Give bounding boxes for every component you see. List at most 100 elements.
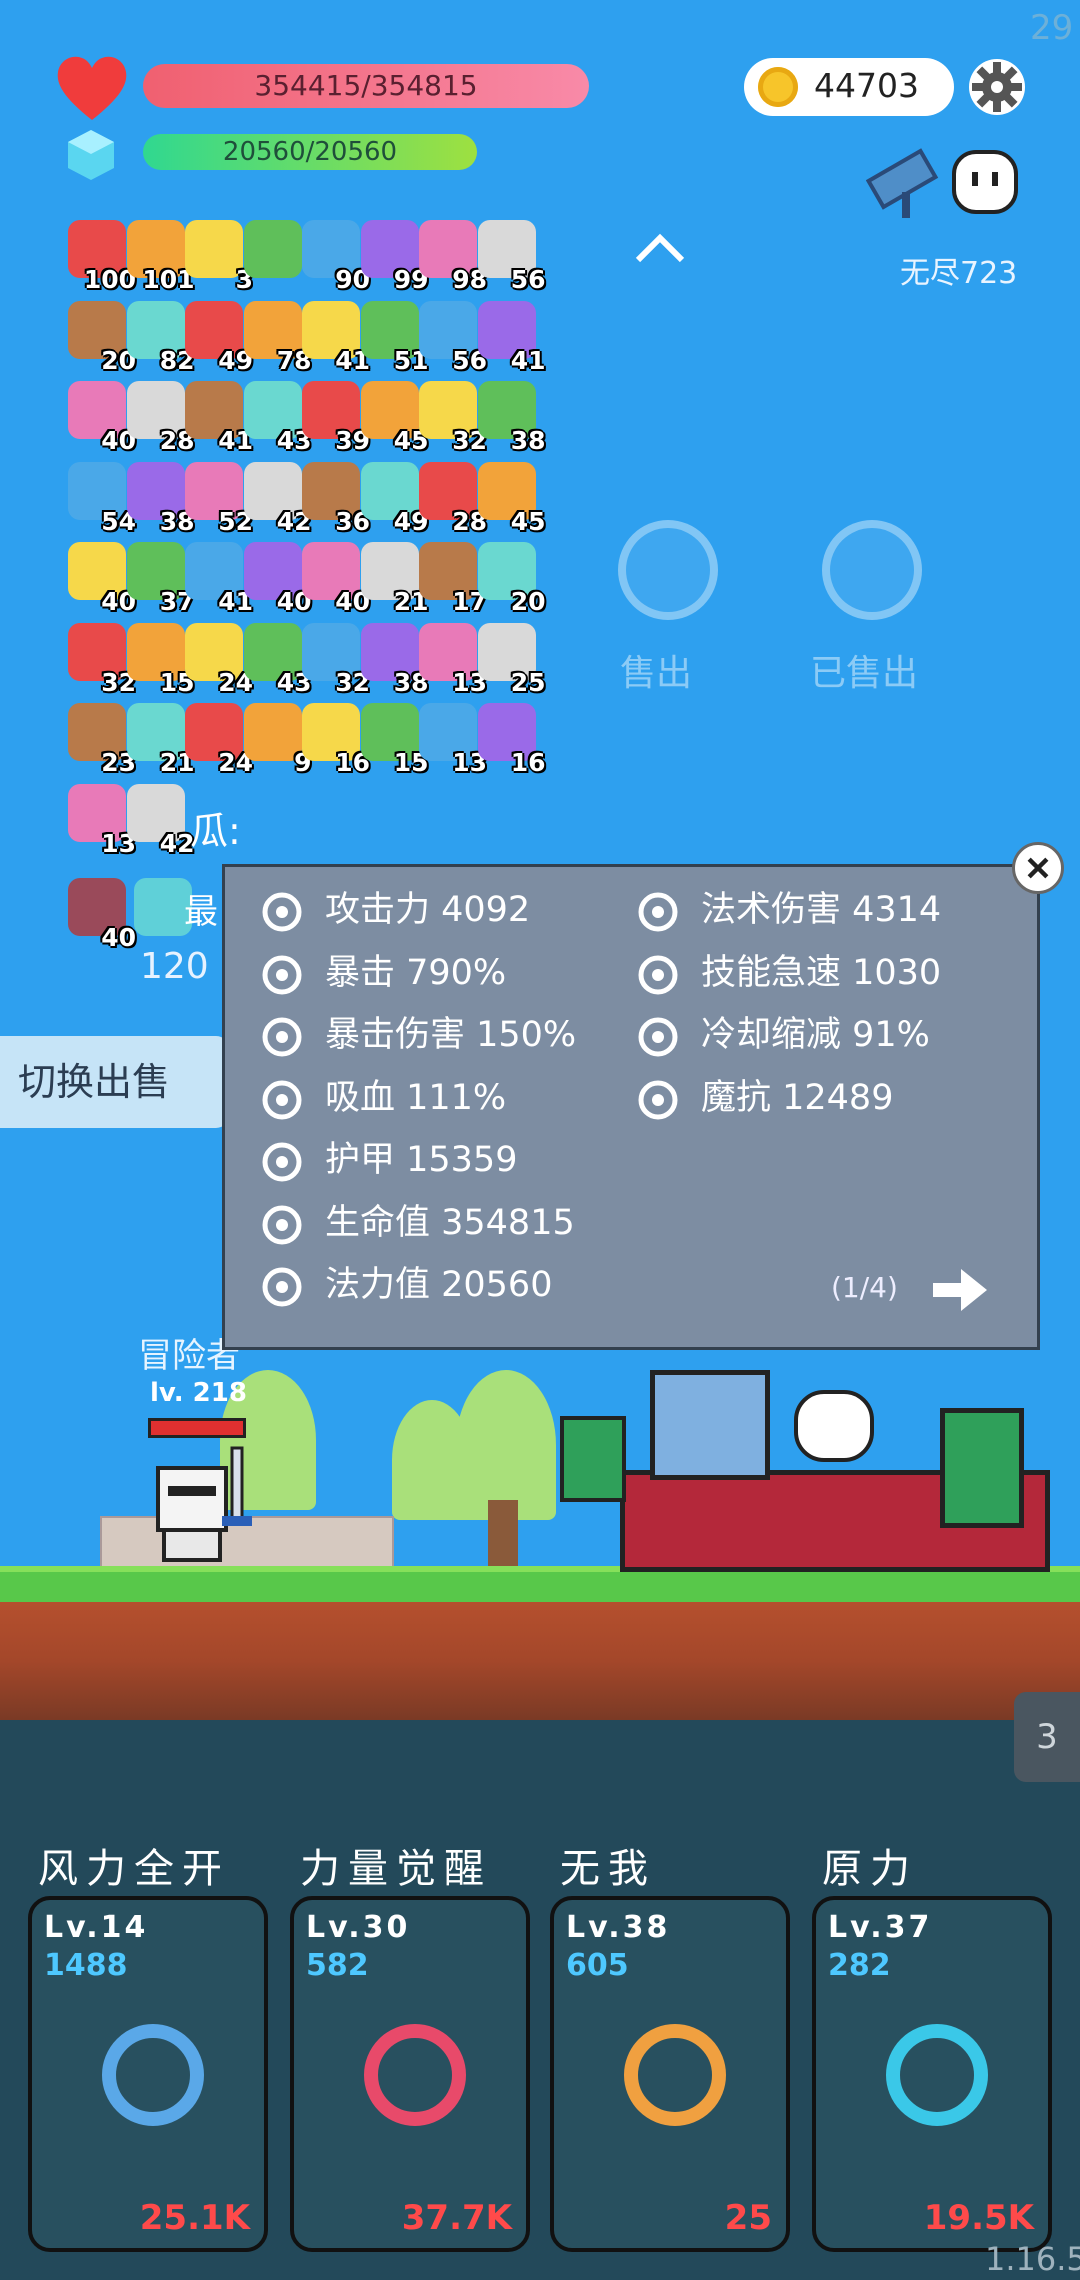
version-label: 1.16.5	[985, 2240, 1080, 2278]
mana-crystal-icon	[68, 130, 114, 180]
axe-flag-icon[interactable]	[866, 142, 950, 222]
shield-icon	[259, 1139, 305, 1185]
skill-cost: 37.7K	[401, 2198, 512, 2238]
magnifier-icon	[243, 220, 302, 278]
chevron-up-icon[interactable]	[630, 228, 690, 268]
skill-power: 605	[566, 1948, 629, 1983]
gem-icon	[259, 1264, 305, 1310]
axe-icon	[259, 889, 305, 935]
magnet-icon	[185, 220, 243, 278]
stat-text: 技能急速 1030	[701, 952, 942, 993]
crit-ring-icon	[259, 1014, 305, 1060]
equipped-label: 最	[184, 892, 218, 932]
skill-level: Lv.37	[828, 1910, 933, 1945]
item-slot[interactable]: 41	[472, 299, 546, 375]
green-can-enemy	[940, 1408, 1024, 1528]
item-count: 41	[510, 345, 546, 375]
mp-bar: 20560/20560	[143, 134, 477, 170]
item-count: 38	[510, 426, 546, 455]
item-count: 16	[510, 748, 546, 777]
heart-icon	[57, 56, 127, 120]
player-level: lv. 218	[150, 1378, 247, 1408]
stat-text: 法术伤害 4314	[701, 890, 942, 930]
stat-text: 魔抗 12489	[701, 1077, 894, 1118]
stat-text: 护甲 15359	[325, 1140, 518, 1180]
shield-heart-icon	[635, 1077, 681, 1123]
sun-icon	[635, 889, 681, 935]
close-icon[interactable]	[1012, 842, 1064, 894]
feather-icon	[88, 2010, 218, 2140]
cycle-icon	[872, 2010, 1002, 2140]
skill-card[interactable]: Lv.38 605 25	[550, 1896, 790, 2252]
equipped-slot[interactable]: 40	[62, 876, 136, 952]
train-cabin	[650, 1370, 770, 1480]
stat-text: 法力值 20560	[325, 1265, 553, 1305]
item-count: 56	[510, 265, 546, 294]
skill-level: Lv.38	[566, 1910, 671, 1945]
row-label: 瓜:	[190, 809, 241, 853]
gear-icon[interactable]	[966, 56, 1028, 118]
page-indicator: (1/4)	[831, 1271, 898, 1304]
skill-card[interactable]: Lv.14 1488 25.1K	[28, 1896, 268, 2252]
skill-name: 力量觉醒	[300, 1846, 492, 1892]
gold-value: 44703	[814, 66, 919, 105]
crown-badge-icon	[822, 520, 922, 620]
stat-text: 暴击 790%	[325, 952, 507, 993]
item-count: 45	[510, 506, 546, 536]
background-number: 120	[140, 946, 209, 987]
skill-power: 1488	[44, 1948, 128, 1983]
heart-icon	[259, 1202, 305, 1248]
skill-cost: 19.5K	[923, 2198, 1034, 2238]
green-note-enemy	[560, 1416, 626, 1502]
skill-level: Lv.30	[306, 1910, 411, 1945]
skill-power: 582	[306, 1948, 369, 1983]
knight-player	[156, 1446, 252, 1562]
crit-icon	[259, 952, 305, 998]
lightning-icon	[635, 952, 681, 998]
stat-text: 生命值 354815	[325, 1202, 575, 1243]
coin-icon	[758, 67, 798, 107]
skill-name: 风力全开	[38, 1846, 230, 1892]
fps-counter: 29	[1030, 8, 1074, 48]
skill-cost: 25	[724, 2198, 772, 2238]
item-slot[interactable]: 45	[472, 460, 546, 536]
skill-level: Lv.14	[44, 1910, 149, 1945]
dirt	[0, 1602, 1080, 1720]
skill-name: 无我	[560, 1846, 656, 1892]
crown-badge-icon	[618, 520, 718, 620]
endless-level: 无尽723	[900, 256, 1018, 291]
skill-card[interactable]: Lv.37 282 19.5K	[812, 1896, 1052, 2252]
sold-label: 售出	[620, 653, 693, 694]
skill-card[interactable]: Lv.30 582 37.7K	[290, 1896, 530, 2252]
item-count: 20	[510, 587, 546, 616]
player-hp-bar	[148, 1418, 246, 1438]
hp-bar: 354415/354815	[143, 64, 589, 108]
stat-text: 暴击伤害 150%	[325, 1015, 577, 1055]
test-tube-icon	[350, 2010, 480, 2140]
item-slot[interactable]: 38	[472, 379, 546, 455]
skull-icon	[259, 1077, 305, 1123]
side-tab[interactable]: 3	[1014, 1692, 1080, 1782]
item-count: 25	[510, 667, 546, 697]
sold-out-label: 已售出	[810, 653, 919, 694]
skill-cost: 25.1K	[139, 2198, 250, 2238]
stats-popup: 攻击力 4092 暴击 790% 暴击伤害 150% 吸血 111% 护甲 15359 生…	[222, 864, 1040, 1350]
skill-power: 282	[828, 1948, 891, 1983]
item-slot[interactable]: 56	[472, 218, 546, 294]
gold-display: 44703	[744, 58, 954, 116]
stat-text: 吸血 111%	[325, 1077, 507, 1118]
arrow-right-icon[interactable]	[933, 1265, 989, 1315]
ghost-enemy	[794, 1390, 874, 1462]
item-slot[interactable]: 16	[472, 701, 546, 777]
switch-sell-button[interactable]: 切换出售	[0, 1036, 230, 1128]
item-slot[interactable]: 42	[121, 782, 195, 858]
ghost-pet-icon[interactable]	[950, 146, 1020, 216]
item-slot[interactable]: 25	[472, 621, 546, 697]
tree-trunk	[488, 1500, 518, 1570]
eye-hand-icon	[610, 2010, 740, 2140]
tree	[456, 1370, 556, 1520]
stat-text: 冷却缩减 91%	[701, 1015, 930, 1055]
stat-text: 攻击力 4092	[325, 890, 531, 930]
noose-icon	[243, 703, 302, 761]
item-slot[interactable]: 20	[472, 540, 546, 616]
